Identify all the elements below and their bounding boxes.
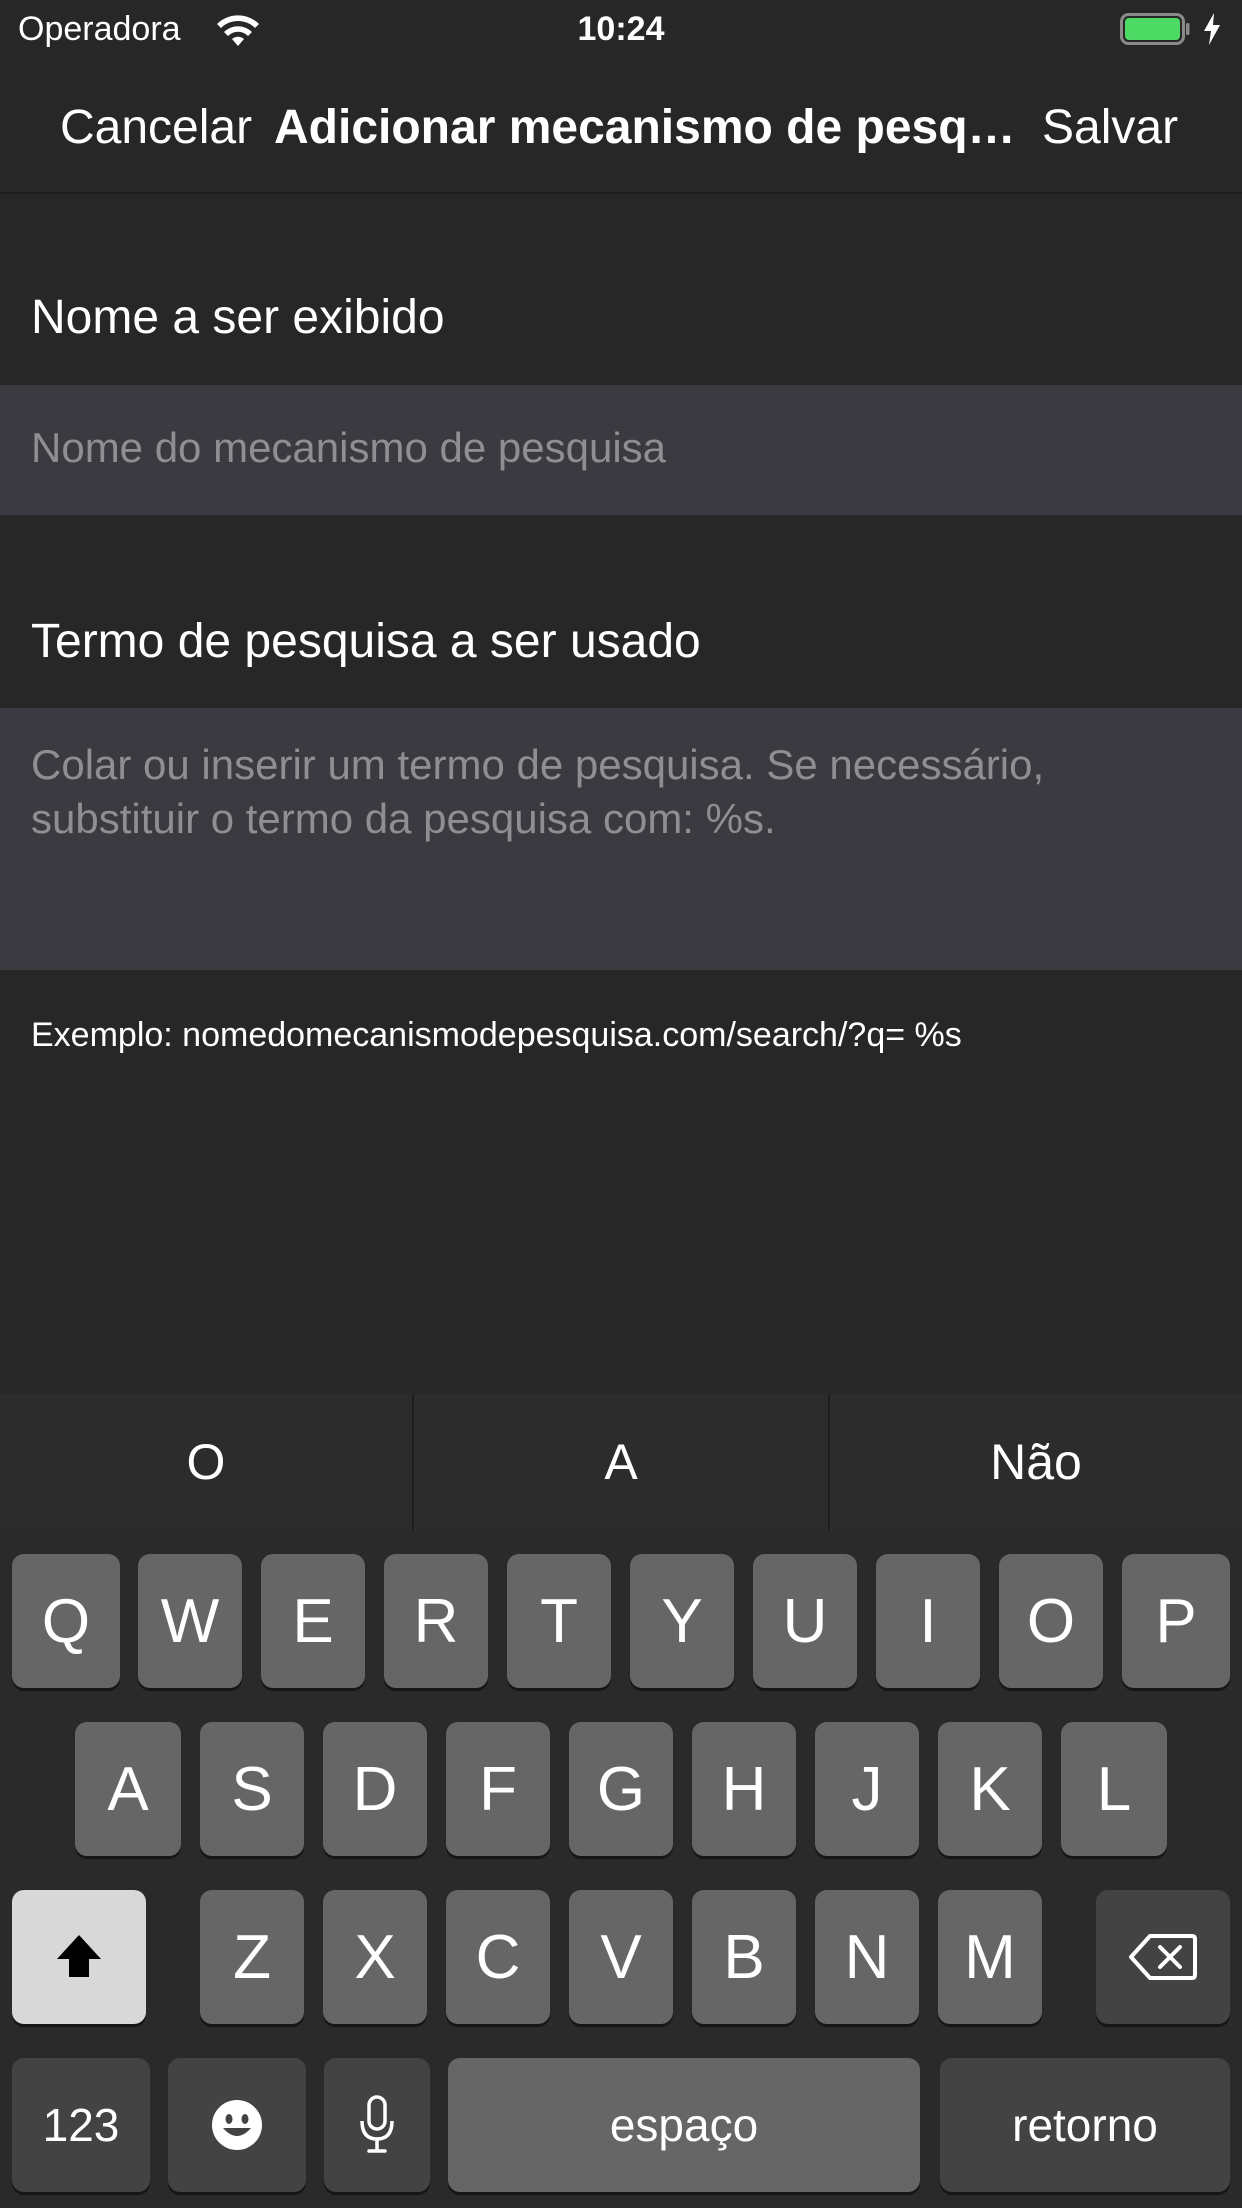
key-c[interactable]: C (446, 1890, 550, 2024)
example-hint: Exemplo: nomedomecanismodepesquisa.com/s… (31, 1016, 962, 1054)
display-name-placeholder: Nome do mecanismo de pesquisa (31, 424, 667, 471)
key-j[interactable]: J (815, 1722, 919, 1856)
key-u[interactable]: U (753, 1554, 857, 1688)
numbers-key[interactable]: 123 (12, 2058, 150, 2192)
key-l[interactable]: L (1061, 1722, 1167, 1856)
emoji-icon (212, 2100, 262, 2150)
keyboard: Q W E R T Y U I O P A S D F G H J K L Z … (0, 1530, 1242, 2208)
status-bar: Operadora 10:24 (0, 0, 1242, 60)
suggestion-2[interactable]: A (414, 1394, 828, 1530)
key-i[interactable]: I (876, 1554, 980, 1688)
status-time: 10:24 (577, 10, 665, 48)
key-g[interactable]: G (569, 1722, 673, 1856)
key-y[interactable]: Y (630, 1554, 734, 1688)
save-button[interactable]: Salvar (1042, 100, 1178, 155)
key-b[interactable]: B (692, 1890, 796, 2024)
battery-full-icon (1120, 13, 1190, 45)
key-p[interactable]: P (1122, 1554, 1230, 1688)
key-q[interactable]: Q (12, 1554, 120, 1688)
predictive-bar: O A Não (0, 1394, 1242, 1530)
delete-key[interactable] (1096, 1890, 1230, 2024)
key-o[interactable]: O (999, 1554, 1103, 1688)
navigation-bar: Cancelar Adicionar mecanismo de pesquisa… (0, 60, 1242, 194)
key-z[interactable]: Z (200, 1890, 304, 2024)
key-e[interactable]: E (261, 1554, 365, 1688)
page-title: Adicionar mecanismo de pesquisa (274, 101, 1034, 154)
key-m[interactable]: M (938, 1890, 1042, 2024)
key-r[interactable]: R (384, 1554, 488, 1688)
key-v[interactable]: V (569, 1890, 673, 2024)
search-term-label: Termo de pesquisa a ser usado (31, 615, 701, 668)
key-k[interactable]: K (938, 1722, 1042, 1856)
space-key[interactable]: espaço (448, 2058, 920, 2192)
emoji-key[interactable] (168, 2058, 306, 2192)
charging-bolt-icon (1204, 13, 1220, 45)
key-a[interactable]: A (75, 1722, 181, 1856)
key-s[interactable]: S (200, 1722, 304, 1856)
key-w[interactable]: W (138, 1554, 242, 1688)
suggestion-3[interactable]: Não (830, 1394, 1242, 1530)
return-key[interactable]: retorno (940, 2058, 1230, 2192)
key-x[interactable]: X (323, 1890, 427, 2024)
delete-backspace-icon (1129, 1934, 1197, 1980)
key-t[interactable]: T (507, 1554, 611, 1688)
display-name-label: Nome a ser exibido (31, 291, 445, 344)
shift-key[interactable] (12, 1890, 146, 2024)
suggestion-1[interactable]: O (0, 1394, 412, 1530)
microphone-key[interactable] (324, 2058, 430, 2192)
microphone-icon (360, 2095, 394, 2153)
key-h[interactable]: H (692, 1722, 796, 1856)
shift-icon (57, 1935, 101, 1977)
key-f[interactable]: F (446, 1722, 550, 1856)
key-n[interactable]: N (815, 1890, 919, 2024)
cancel-button[interactable]: Cancelar (60, 100, 252, 155)
search-term-placeholder: Colar ou inserir um termo de pesquisa. S… (31, 741, 1045, 842)
key-d[interactable]: D (323, 1722, 427, 1856)
